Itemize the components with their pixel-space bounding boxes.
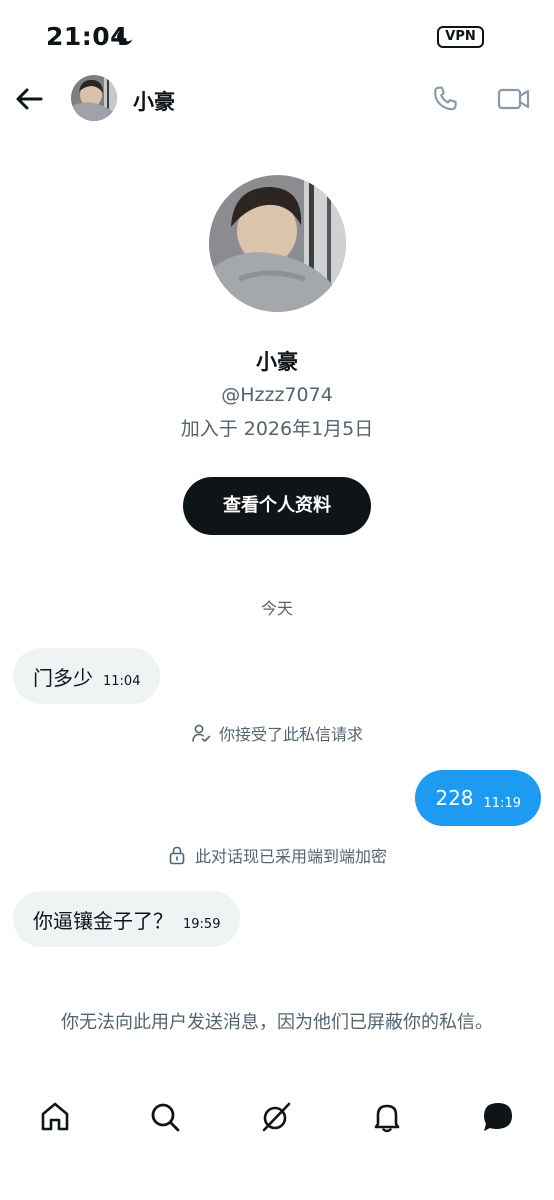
message-time: 19:59	[183, 916, 221, 932]
blocked-notice: 你无法向此用户发送消息，因为他们已屏蔽你的私信。	[61, 1012, 493, 1033]
message-bubble-incoming[interactable]: 门多少 11:04	[13, 648, 161, 704]
profile-handle: @Hzzz7074	[221, 384, 333, 406]
conversation-header: 小豪	[0, 72, 554, 126]
moon-icon	[117, 29, 133, 45]
system-message-encrypted: 此对话现已采用端到端加密	[0, 843, 554, 867]
message-time: 11:04	[103, 673, 141, 689]
profile-name: 小豪	[256, 350, 298, 374]
messages-icon[interactable]	[481, 1100, 515, 1134]
message-text: 228	[435, 786, 474, 810]
message-text: 你逼镶金子了？	[33, 908, 173, 933]
view-profile-button[interactable]: 查看个人资料	[183, 477, 371, 535]
grok-icon[interactable]	[259, 1100, 293, 1134]
back-arrow-icon[interactable]	[14, 84, 44, 114]
message-bubble-incoming[interactable]: 你逼镶金子了？ 19:59	[13, 891, 241, 947]
bottom-nav	[0, 1086, 554, 1146]
system-message-accepted: 你接受了此私信请求	[0, 721, 554, 745]
search-icon[interactable]	[148, 1100, 182, 1134]
phone-icon[interactable]	[430, 83, 462, 115]
header-name[interactable]: 小豪	[133, 86, 175, 116]
message-text: 门多少	[33, 665, 93, 690]
message-bubble-outgoing[interactable]: 228 11:19	[415, 770, 541, 826]
profile-joined-date: 加入于 2026年1月5日	[180, 418, 374, 440]
profile-summary: 小豪 @Hzzz7074 加入于 2026年1月5日 查看个人资料	[0, 175, 554, 535]
notifications-icon[interactable]	[370, 1100, 404, 1134]
status-bar: 21:04 VPN	[0, 0, 554, 72]
vpn-badge: VPN	[437, 26, 484, 48]
message-time: 11:19	[483, 795, 521, 811]
lock-icon	[169, 846, 185, 865]
person-check-icon	[192, 724, 211, 742]
day-separator: 今天	[260, 599, 293, 618]
profile-avatar[interactable]	[208, 175, 346, 312]
video-call-icon[interactable]	[497, 85, 531, 113]
system-message-text: 你接受了此私信请求	[218, 725, 363, 744]
home-icon[interactable]	[38, 1100, 72, 1134]
header-avatar[interactable]	[71, 75, 117, 121]
system-message-text: 此对话现已采用端到端加密	[194, 847, 387, 866]
